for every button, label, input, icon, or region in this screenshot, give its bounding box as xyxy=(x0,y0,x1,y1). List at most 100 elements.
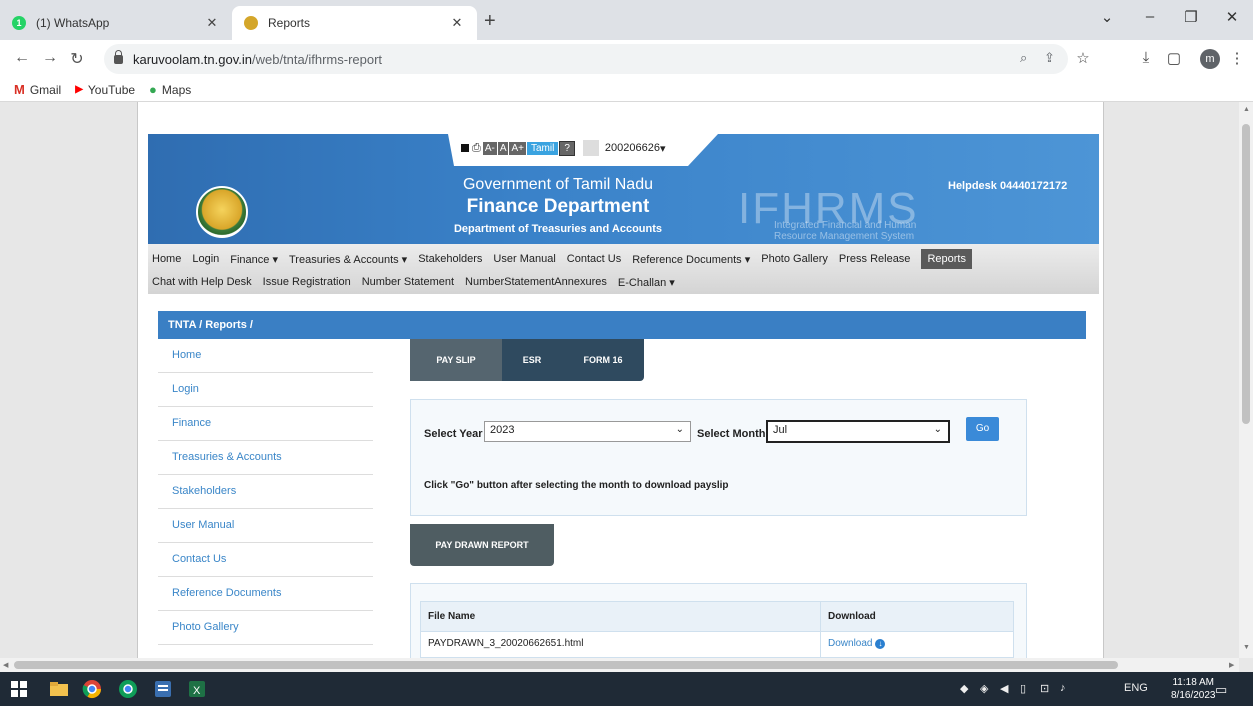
input-language[interactable]: ENG xyxy=(1124,682,1148,694)
menu-contact-us[interactable]: Contact Us xyxy=(567,253,621,265)
zoom-icon[interactable]: ⌕ xyxy=(1020,50,1027,66)
whatsapp-icon: 1 xyxy=(12,16,26,30)
horizontal-scroll-thumb[interactable] xyxy=(14,661,1118,669)
reload-icon[interactable]: ↻ xyxy=(67,49,87,69)
language-tamil-button[interactable]: Tamil xyxy=(527,141,559,155)
horizontal-scrollbar[interactable]: ◀ ▶ xyxy=(0,658,1239,672)
url-path: /web/tnta/ifhrms-report xyxy=(252,51,383,67)
tab-esr[interactable]: ESR xyxy=(502,339,562,381)
security-icon[interactable]: ◈ xyxy=(980,682,988,695)
youtube-icon: ▶ xyxy=(75,84,83,95)
battery-icon[interactable]: ▯ xyxy=(1020,682,1026,695)
menu-press-release[interactable]: Press Release xyxy=(839,253,911,265)
contrast-square-icon[interactable] xyxy=(461,144,469,152)
sidebar-item-finance[interactable]: Finance xyxy=(158,407,373,441)
file-explorer-icon[interactable] xyxy=(49,679,69,699)
menu-finance[interactable]: Finance ▾ xyxy=(230,253,278,266)
menu-number-statement[interactable]: Number Statement xyxy=(362,276,454,288)
menu-chat-help-desk[interactable]: Chat with Help Desk xyxy=(152,276,252,288)
tab-whatsapp[interactable]: 1 (1) WhatsApp ✕ xyxy=(0,6,232,40)
forward-arrow-icon[interactable]: → xyxy=(40,49,60,67)
download-icon[interactable]: ⤓ xyxy=(1135,49,1157,66)
side-panel-icon[interactable]: ▢ xyxy=(1163,49,1185,67)
share-icon[interactable]: ⇪ xyxy=(1044,50,1055,66)
lock-icon[interactable] xyxy=(114,49,123,64)
sidebar-item-reference-documents[interactable]: Reference Documents xyxy=(158,577,373,611)
menu-photo-gallery[interactable]: Photo Gallery xyxy=(761,253,828,265)
sidebar-item-contact-us[interactable]: Contact Us xyxy=(158,543,373,577)
bookmark-gmail[interactable]: M Gmail xyxy=(14,82,61,97)
chevron-down-icon: ⌄ xyxy=(675,424,684,435)
user-avatar-icon xyxy=(582,140,599,156)
window-close-icon[interactable]: ✕ xyxy=(1222,8,1242,26)
sidebar-item-stakeholders[interactable]: Stakeholders xyxy=(158,475,373,509)
help-button[interactable]: ? xyxy=(559,140,575,156)
sidebar-item-home[interactable]: Home xyxy=(158,339,373,373)
menu-home[interactable]: Home xyxy=(152,253,181,265)
chrome-icon[interactable] xyxy=(82,679,102,699)
network-icon[interactable]: ◆ xyxy=(960,682,968,695)
font-decrease-button[interactable]: A- xyxy=(482,141,497,155)
font-increase-button[interactable]: A+ xyxy=(509,141,526,155)
scroll-up-arrow-icon[interactable]: ▲ xyxy=(1243,106,1250,113)
tab-form16[interactable]: FORM 16 xyxy=(562,339,644,381)
breadcrumb[interactable]: TNTA / Reports / xyxy=(158,311,1086,339)
print-icon[interactable]: ⎙ xyxy=(472,142,481,155)
vertical-scroll-thumb[interactable] xyxy=(1242,124,1250,424)
notification-icon[interactable]: ▭ xyxy=(1215,682,1227,698)
menu-user-manual[interactable]: User Manual xyxy=(493,253,555,265)
font-reset-button[interactable]: A xyxy=(497,141,509,155)
sidebar-item-treasuries[interactable]: Treasuries & Accounts xyxy=(158,441,373,475)
profile-avatar[interactable]: m xyxy=(1200,49,1220,69)
scroll-left-arrow-icon[interactable]: ◀ xyxy=(3,661,8,669)
bookmark-youtube[interactable]: ▶ YouTube xyxy=(75,83,135,97)
side-navigation: Home Login Finance Treasuries & Accounts… xyxy=(158,339,373,645)
more-menu-icon[interactable]: ⋮ xyxy=(1226,49,1248,67)
pay-drawn-report-tab[interactable]: PAY DRAWN REPORT xyxy=(410,524,554,566)
year-select[interactable]: 2023 ⌄ xyxy=(484,421,691,442)
address-bar[interactable]: karuvoolam.tn.gov.in/web/tnta/ifhrms-rep… xyxy=(104,44,1068,74)
menu-login[interactable]: Login xyxy=(192,253,219,265)
site-header: ⎙ A- A A+ Tamil ? 200206626 ▾ Government… xyxy=(148,134,1099,294)
minimize-icon[interactable]: – xyxy=(1140,8,1160,25)
sidebar-item-login[interactable]: Login xyxy=(158,373,373,407)
menu-number-statement-annexures[interactable]: NumberStatementAnnexures xyxy=(465,276,607,288)
user-menu[interactable]: 200206626 ▾ xyxy=(582,140,666,156)
back-arrow-icon[interactable]: ← xyxy=(12,49,32,67)
bookmark-star-icon[interactable]: ☆ xyxy=(1072,49,1094,67)
app-icon[interactable] xyxy=(153,679,173,699)
volume-left-icon[interactable]: ◀ xyxy=(1000,682,1008,695)
sidebar-item-user-manual[interactable]: User Manual xyxy=(158,509,373,543)
month-select[interactable]: Jul ⌄ xyxy=(766,420,950,443)
file-name-cell: PAYDRAWN_3_20020662651.html xyxy=(420,631,821,658)
download-link[interactable]: Download ↓ xyxy=(828,638,886,649)
page-viewport: ⎙ A- A A+ Tamil ? 200206626 ▾ Government… xyxy=(0,102,1239,658)
sidebar-item-photo-gallery[interactable]: Photo Gallery xyxy=(158,611,373,645)
browser-tab-strip: 1 (1) WhatsApp ✕ Reports ✕ + ⌄ – ❐ ✕ xyxy=(0,0,1253,40)
tab-pay-slip[interactable]: PAY SLIP xyxy=(410,339,502,381)
menu-reference-documents[interactable]: Reference Documents ▾ xyxy=(632,253,750,266)
bookmark-maps[interactable]: ● Maps xyxy=(149,82,191,97)
new-tab-icon[interactable]: + xyxy=(484,10,496,33)
chevron-down-icon: ⌄ xyxy=(933,424,942,435)
menu-issue-registration[interactable]: Issue Registration xyxy=(263,276,351,288)
chrome-profile-icon[interactable] xyxy=(118,679,138,699)
tab-reports[interactable]: Reports ✕ xyxy=(232,6,477,40)
wifi-icon[interactable]: ⊡ xyxy=(1040,682,1049,695)
menu-treasuries[interactable]: Treasuries & Accounts ▾ xyxy=(289,253,407,266)
scroll-right-arrow-icon[interactable]: ▶ xyxy=(1229,661,1234,669)
tab-search-chevron-down-icon[interactable]: ⌄ xyxy=(1097,8,1117,26)
scroll-down-arrow-icon[interactable]: ▼ xyxy=(1243,644,1250,651)
excel-icon[interactable]: X xyxy=(187,679,207,699)
vertical-scrollbar[interactable]: ▲ ▼ xyxy=(1239,102,1253,658)
windows-start-icon[interactable] xyxy=(11,681,31,701)
menu-reports[interactable]: Reports xyxy=(921,249,972,269)
close-icon[interactable]: ✕ xyxy=(204,15,220,31)
system-clock[interactable]: 11:18 AM 8/16/2023 xyxy=(1171,676,1216,702)
close-icon[interactable]: ✕ xyxy=(449,15,465,31)
menu-e-challan[interactable]: E-Challan ▾ xyxy=(618,276,675,289)
maximize-icon[interactable]: ❐ xyxy=(1181,8,1201,26)
menu-stakeholders[interactable]: Stakeholders xyxy=(418,253,482,265)
speaker-icon[interactable]: ♪ xyxy=(1060,682,1066,694)
go-button[interactable]: Go xyxy=(966,417,999,441)
